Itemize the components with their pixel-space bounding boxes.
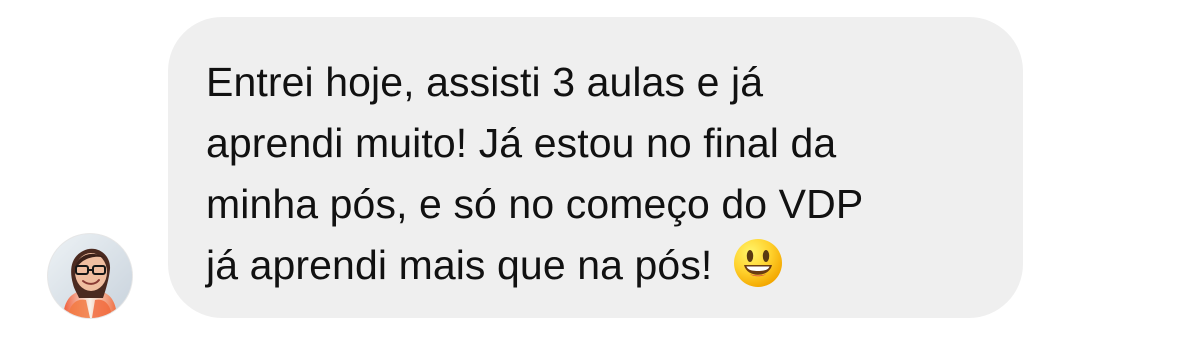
message-bubble: Entrei hoje, assisti 3 aulas e já aprend…	[168, 17, 1023, 318]
message-row: Entrei hoje, assisti 3 aulas e já aprend…	[0, 0, 1179, 348]
profile-photo-icon	[48, 234, 132, 318]
message-line: Entrei hoje, assisti 3 aulas e já	[206, 59, 764, 105]
avatar[interactable]	[48, 234, 132, 318]
message-line: aprendi muito! Já estou no final da	[206, 120, 837, 166]
message-line: minha pós, e só no começo do VDP	[206, 181, 864, 227]
message-line: já aprendi mais que na pós!	[206, 235, 983, 296]
message-line-text: já aprendi mais que na pós!	[206, 242, 713, 288]
smiling-face-icon	[732, 237, 784, 289]
message-text: Entrei hoje, assisti 3 aulas e já aprend…	[206, 52, 983, 296]
